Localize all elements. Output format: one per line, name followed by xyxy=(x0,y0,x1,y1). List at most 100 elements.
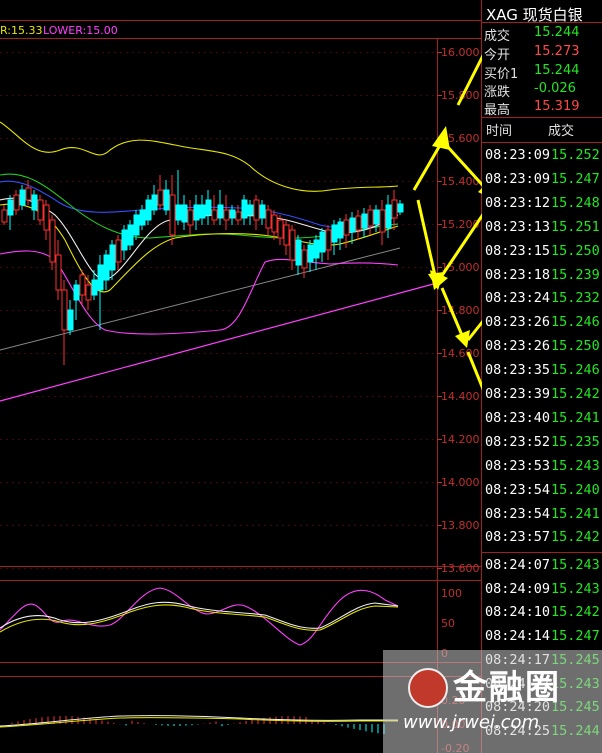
price-tick-label: 14.400 xyxy=(441,390,480,403)
tick-row[interactable]: 08:24:07 15.243 xyxy=(482,555,602,578)
tick-list-divider xyxy=(482,142,602,143)
candle xyxy=(121,225,128,260)
tick-row[interactable]: 08:23:09 15.247 xyxy=(482,169,602,192)
candle xyxy=(79,270,86,305)
tick-time: 08:23:15 xyxy=(485,242,551,259)
tick-price: 15.251 xyxy=(551,218,600,235)
tick-row[interactable]: 08:23:52 15.235 xyxy=(482,432,602,455)
tick-price: 15.239 xyxy=(551,266,600,283)
arrow-down-right-2 xyxy=(440,287,470,348)
quote-header-divider xyxy=(482,22,602,23)
tick-row[interactable]: 08:23:24 15.232 xyxy=(482,288,602,311)
tick-time: 08:23:35 xyxy=(485,362,551,379)
quote-value: 15.244 xyxy=(534,25,580,40)
price-tick-label: 13.800 xyxy=(441,519,480,532)
tick-price: 15.241 xyxy=(551,505,600,522)
tick-list-divider-2 xyxy=(482,552,602,553)
candle xyxy=(283,220,290,255)
tick-row[interactable]: 08:23:35 15.246 xyxy=(482,360,602,383)
quote-row-open: 今开 15.273 xyxy=(484,44,580,63)
candle xyxy=(295,235,302,275)
candle xyxy=(397,200,404,215)
tick-row[interactable]: 08:23:12 15.248 xyxy=(482,193,602,216)
tick-price: 15.246 xyxy=(551,362,600,379)
tick-col-price: 成交 xyxy=(548,124,575,139)
candle xyxy=(319,228,326,262)
macd-histogram xyxy=(11,716,385,735)
candle xyxy=(97,255,104,330)
candle xyxy=(385,195,392,238)
tick-row[interactable]: 08:24:09 15.243 xyxy=(482,579,602,602)
watermark-url: www.jrwei.com xyxy=(403,712,540,733)
candle xyxy=(337,218,344,250)
candle xyxy=(133,210,140,240)
tick-price: 15.235 xyxy=(551,433,600,450)
tick-row[interactable]: 08:23:39 15.242 xyxy=(482,384,602,407)
tick-time: 08:24:07 xyxy=(485,557,551,573)
tick-time: 08:23:24 xyxy=(485,290,551,307)
quote-value: 15.244 xyxy=(534,63,580,78)
tick-row[interactable]: 08:23:26 15.246 xyxy=(482,312,602,335)
candle xyxy=(103,250,110,290)
candle xyxy=(277,215,284,245)
upper-band-label: R:15.33 xyxy=(0,24,43,37)
tick-price: 15.243 xyxy=(551,557,600,573)
tick-row[interactable]: 08:23:18 15.239 xyxy=(482,265,602,288)
tick-time: 08:23:57 xyxy=(485,529,551,546)
price-tick-label: 14.000 xyxy=(441,476,480,489)
tick-time: 08:23:53 xyxy=(485,457,551,474)
quote-row-high: 最高 15.319 xyxy=(484,99,580,118)
tick-price: 15.241 xyxy=(551,409,600,426)
tick-row[interactable]: 08:23:54 15.241 xyxy=(482,504,602,527)
tick-row[interactable]: 08:23:26 15.250 xyxy=(482,336,602,359)
tick-time: 08:24:09 xyxy=(485,580,551,597)
osc-tick-label: 100 xyxy=(441,587,462,600)
tick-time: 08:23:09 xyxy=(485,170,551,187)
tick-row[interactable]: 08:23:13 15.251 xyxy=(482,217,602,240)
tick-time: 08:23:39 xyxy=(485,386,551,402)
tick-row[interactable]: 08:23:57 15.242 xyxy=(482,527,602,550)
tick-price: 15.240 xyxy=(551,481,600,498)
watermark-logo-icon xyxy=(408,668,448,708)
candle xyxy=(91,270,98,300)
tick-row[interactable]: 08:23:53 15.243 xyxy=(482,456,602,479)
quote-value: -0.026 xyxy=(534,81,576,96)
candle xyxy=(115,235,122,270)
quote-row-bid: 买价1 15.244 xyxy=(484,63,580,82)
candle xyxy=(67,300,74,335)
tick-price: 15.247 xyxy=(551,170,600,187)
price-tick-label: 14.800 xyxy=(441,304,480,317)
candle xyxy=(151,185,158,215)
candle xyxy=(313,235,320,270)
candle xyxy=(241,195,248,225)
candle xyxy=(367,205,374,235)
tick-row[interactable]: 08:24:14 15.247 xyxy=(482,626,602,649)
candle xyxy=(127,220,134,250)
candle xyxy=(259,200,266,225)
tick-time: 08:23:26 xyxy=(485,314,551,331)
candle xyxy=(331,220,338,255)
tick-time: 08:23:54 xyxy=(485,505,551,522)
tick-price: 15.243 xyxy=(551,580,600,597)
tick-time: 08:23:40 xyxy=(485,409,551,426)
tick-time: 08:23:12 xyxy=(485,194,551,211)
price-tick-label: 14.600 xyxy=(441,347,480,360)
candle xyxy=(349,212,356,244)
candle xyxy=(73,280,80,320)
tick-row[interactable]: 08:23:54 15.240 xyxy=(482,480,602,503)
candle xyxy=(169,175,176,245)
lower-band-label: LOWER:15.00 xyxy=(43,24,118,37)
candle xyxy=(55,240,62,300)
tick-row[interactable]: 08:23:09 15.252 xyxy=(482,145,602,168)
candle xyxy=(13,190,20,215)
tick-row[interactable]: 08:23:40 15.241 xyxy=(482,408,602,431)
candle xyxy=(37,195,44,225)
tick-price: 15.243 xyxy=(551,457,600,474)
oscillator-lines xyxy=(0,587,399,646)
quote-value: 15.319 xyxy=(534,99,580,114)
candle xyxy=(199,195,206,225)
candle xyxy=(247,200,254,225)
tick-row[interactable]: 08:23:15 15.250 xyxy=(482,241,602,264)
tick-price: 15.250 xyxy=(551,338,600,355)
tick-row[interactable]: 08:24:10 15.242 xyxy=(482,602,602,625)
